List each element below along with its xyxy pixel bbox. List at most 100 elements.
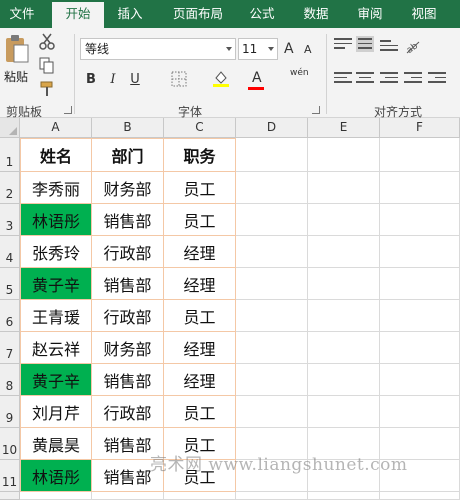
empty-cell[interactable] (308, 300, 380, 332)
orientation-icon[interactable]: ab (404, 38, 422, 56)
grow-font-button[interactable]: A (284, 41, 294, 57)
align-right-icon[interactable] (380, 72, 398, 88)
cut-icon[interactable] (38, 32, 56, 50)
empty-cell[interactable] (380, 396, 460, 428)
phonetic-guide-button[interactable]: wén (290, 68, 309, 78)
decrease-indent-icon[interactable] (404, 72, 422, 88)
cell-department[interactable]: 行政部 (92, 236, 164, 268)
tab-home[interactable]: 开始 (52, 2, 104, 28)
cell-name[interactable]: 黄子辛 (20, 364, 92, 396)
cell-department[interactable]: 销售部 (92, 364, 164, 396)
empty-cell[interactable] (308, 138, 380, 172)
align-left-icon[interactable] (334, 72, 352, 88)
row-header[interactable]: 1 (0, 138, 20, 172)
column-header-e[interactable]: E (308, 118, 380, 138)
paste-button-label[interactable]: 粘贴 (4, 68, 28, 85)
empty-cell[interactable] (308, 204, 380, 236)
empty-cell[interactable] (236, 364, 308, 396)
empty-cell[interactable] (164, 492, 236, 500)
tab-view[interactable]: 视图 (404, 0, 444, 28)
row-header[interactable]: 2 (0, 172, 20, 204)
italic-button[interactable]: I (104, 70, 122, 90)
empty-cell[interactable] (380, 300, 460, 332)
bold-button[interactable]: B (82, 70, 100, 90)
row-header[interactable] (0, 492, 20, 500)
empty-cell[interactable] (380, 364, 460, 396)
row-header[interactable]: 4 (0, 236, 20, 268)
empty-cell[interactable] (308, 364, 380, 396)
cell-position[interactable]: 经理 (164, 332, 236, 364)
cell-name[interactable]: 林语彤 (20, 460, 92, 492)
row-header[interactable]: 9 (0, 396, 20, 428)
empty-cell[interactable] (20, 492, 92, 500)
empty-cell[interactable] (308, 332, 380, 364)
empty-cell[interactable] (236, 396, 308, 428)
tab-review[interactable]: 审阅 (350, 0, 390, 28)
cell-header-department[interactable]: 部门 (92, 138, 164, 172)
row-header[interactable]: 7 (0, 332, 20, 364)
empty-cell[interactable] (380, 332, 460, 364)
cell-position[interactable]: 员工 (164, 204, 236, 236)
row-header[interactable]: 3 (0, 204, 20, 236)
cell-header-position[interactable]: 职务 (164, 138, 236, 172)
fill-color-icon[interactable] (212, 69, 230, 87)
column-header-a[interactable]: A (20, 118, 92, 138)
font-name-select[interactable]: 等线 (80, 38, 236, 60)
bottom-align-icon[interactable] (380, 40, 398, 56)
cell-department[interactable]: 销售部 (92, 204, 164, 236)
shrink-font-button[interactable]: A (304, 43, 312, 56)
cell-department[interactable]: 行政部 (92, 300, 164, 332)
empty-cell[interactable] (236, 332, 308, 364)
copy-icon[interactable] (38, 56, 56, 74)
cell-name[interactable]: 黄晨昊 (20, 428, 92, 460)
row-header[interactable]: 5 (0, 268, 20, 300)
cell-position[interactable]: 员工 (164, 396, 236, 428)
column-header-b[interactable]: B (92, 118, 164, 138)
tab-formulas[interactable]: 公式 (242, 0, 282, 28)
empty-cell[interactable] (236, 172, 308, 204)
cell-name[interactable]: 黄子辛 (20, 268, 92, 300)
cell-name[interactable]: 刘月芹 (20, 396, 92, 428)
empty-cell[interactable] (236, 300, 308, 332)
cell-position[interactable]: 员工 (164, 300, 236, 332)
cell-department[interactable]: 销售部 (92, 268, 164, 300)
select-all-corner[interactable] (0, 118, 20, 138)
column-header-c[interactable]: C (164, 118, 236, 138)
middle-align-icon[interactable] (356, 36, 374, 52)
column-header-f[interactable]: F (380, 118, 460, 138)
format-painter-icon[interactable] (38, 80, 56, 98)
empty-cell[interactable] (380, 204, 460, 236)
cell-department[interactable]: 财务部 (92, 332, 164, 364)
font-color-button[interactable]: A (252, 70, 262, 86)
row-header[interactable]: 8 (0, 364, 20, 396)
cell-position[interactable]: 员工 (164, 172, 236, 204)
cell-name[interactable]: 赵云祥 (20, 332, 92, 364)
empty-cell[interactable] (308, 492, 380, 500)
empty-cell[interactable] (236, 492, 308, 500)
cell-position[interactable]: 经理 (164, 268, 236, 300)
cell-name[interactable]: 林语彤 (20, 204, 92, 236)
empty-cell[interactable] (236, 138, 308, 172)
empty-cell[interactable] (236, 204, 308, 236)
row-header[interactable]: 10 (0, 428, 20, 460)
empty-cell[interactable] (308, 268, 380, 300)
empty-cell[interactable] (92, 492, 164, 500)
font-size-select[interactable]: 11 (238, 38, 278, 60)
top-align-icon[interactable] (334, 38, 352, 54)
empty-cell[interactable] (308, 396, 380, 428)
borders-icon[interactable] (170, 70, 188, 88)
underline-button[interactable]: U (126, 70, 144, 90)
empty-cell[interactable] (308, 172, 380, 204)
cell-name[interactable]: 李秀丽 (20, 172, 92, 204)
clipboard-launcher-icon[interactable] (64, 106, 72, 114)
empty-cell[interactable] (236, 268, 308, 300)
cell-header-name[interactable]: 姓名 (20, 138, 92, 172)
cell-position[interactable]: 经理 (164, 364, 236, 396)
font-launcher-icon[interactable] (312, 106, 320, 114)
paste-icon[interactable] (4, 34, 30, 64)
empty-cell[interactable] (380, 492, 460, 500)
tab-data[interactable]: 数据 (296, 0, 336, 28)
cell-position[interactable]: 经理 (164, 236, 236, 268)
tab-file[interactable]: 文件 (4, 0, 40, 28)
row-header[interactable]: 6 (0, 300, 20, 332)
